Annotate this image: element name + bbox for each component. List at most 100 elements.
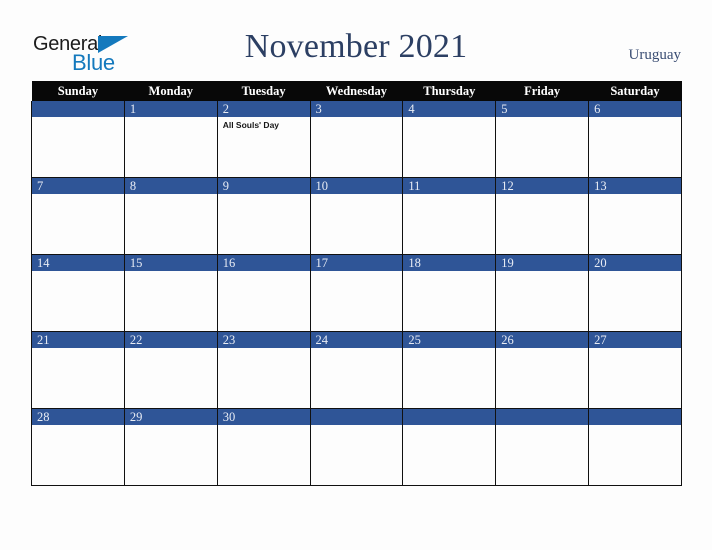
day-number: 5	[496, 101, 589, 117]
calendar-day-cell[interactable]: 10	[309, 177, 404, 255]
day-number: 12	[496, 178, 589, 194]
calendar-day-cell[interactable]: 28	[31, 408, 125, 486]
calendar-day-cell[interactable]: 1	[123, 101, 218, 178]
day-number	[310, 409, 403, 425]
calendar-day-cell[interactable]	[31, 101, 125, 178]
day-number: 23	[217, 332, 310, 348]
calendar-day-cell[interactable]: 16	[216, 254, 311, 332]
day-events	[403, 271, 495, 274]
calendar-day-cell[interactable]: 23	[216, 331, 311, 409]
day-number	[589, 409, 681, 425]
calendar-day-cell[interactable]	[402, 408, 497, 486]
day-number: 10	[310, 178, 403, 194]
day-number: 15	[124, 255, 217, 271]
calendar-day-cell[interactable]: 19	[495, 254, 590, 332]
calendar-page: General Blue November 2021 Uruguay Sunda…	[0, 0, 712, 550]
calendar-day-cell[interactable]: 18	[402, 254, 497, 332]
day-number: 3	[310, 101, 403, 117]
day-events	[496, 348, 588, 351]
calendar-day-cell[interactable]: 4	[402, 101, 497, 178]
day-number: 4	[403, 101, 496, 117]
day-number	[32, 101, 124, 117]
day-number: 2	[217, 101, 310, 117]
day-events	[32, 348, 124, 351]
day-number: 17	[310, 255, 403, 271]
calendar-day-cell[interactable]: 17	[309, 254, 404, 332]
day-number: 25	[403, 332, 496, 348]
calendar-day-cell[interactable]: 6	[588, 101, 682, 178]
day-number: 1	[124, 101, 217, 117]
calendar-day-cell[interactable]: 29	[123, 408, 218, 486]
calendar-day-cell[interactable]: 24	[309, 331, 404, 409]
day-events	[403, 194, 495, 197]
day-number: 26	[496, 332, 589, 348]
calendar-day-cell[interactable]: 12	[495, 177, 590, 255]
weekday-header-friday: Friday	[495, 81, 589, 101]
calendar-day-cell[interactable]: 2 All Souls' Day	[216, 101, 311, 178]
day-events	[125, 194, 217, 197]
calendar-day-cell[interactable]: 13	[588, 177, 682, 255]
weekday-header-tuesday: Tuesday	[217, 81, 311, 101]
day-events	[125, 348, 217, 351]
day-events	[311, 271, 403, 274]
country-label: Uruguay	[628, 47, 682, 63]
calendar-day-cell[interactable]: 5	[495, 101, 590, 178]
calendar-day-cell[interactable]: 22	[123, 331, 218, 409]
day-number: 8	[124, 178, 217, 194]
day-events: All Souls' Day	[218, 117, 310, 131]
weekday-header-sunday: Sunday	[31, 81, 125, 101]
day-number: 30	[217, 409, 310, 425]
calendar-week-row: 14 15 16 17 18 19 20	[31, 254, 682, 332]
weekday-header-thursday: Thursday	[402, 81, 496, 101]
calendar-day-cell[interactable]: 7	[31, 177, 125, 255]
day-events	[125, 271, 217, 274]
day-number: 24	[310, 332, 403, 348]
calendar-day-cell[interactable]	[309, 408, 404, 486]
day-events	[496, 194, 588, 197]
day-events	[589, 194, 681, 197]
day-number: 18	[403, 255, 496, 271]
day-number: 11	[403, 178, 496, 194]
day-events	[218, 194, 310, 197]
calendar-day-cell[interactable]: 25	[402, 331, 497, 409]
day-number: 14	[32, 255, 124, 271]
day-events	[403, 117, 495, 120]
day-number: 29	[124, 409, 217, 425]
day-events	[218, 348, 310, 351]
calendar-day-cell[interactable]: 14	[31, 254, 125, 332]
page-header: General Blue November 2021 Uruguay	[0, 0, 712, 80]
page-title: November 2021	[244, 28, 468, 65]
day-number: 22	[124, 332, 217, 348]
day-events	[311, 117, 403, 120]
day-events	[311, 425, 403, 428]
day-number: 19	[496, 255, 589, 271]
calendar-day-cell[interactable]: 15	[123, 254, 218, 332]
day-number	[496, 409, 589, 425]
day-events	[589, 348, 681, 351]
calendar-day-cell[interactable]: 8	[123, 177, 218, 255]
weekday-header-wednesday: Wednesday	[310, 81, 403, 101]
day-events	[496, 117, 588, 120]
day-number: 7	[32, 178, 124, 194]
day-events	[311, 194, 403, 197]
calendar-day-cell[interactable]: 21	[31, 331, 125, 409]
calendar-day-cell[interactable]	[495, 408, 590, 486]
calendar-week-row: 7 8 9 10 11 12 13	[31, 177, 682, 255]
day-number: 9	[217, 178, 310, 194]
calendar-day-cell[interactable]: 11	[402, 177, 497, 255]
day-number: 21	[32, 332, 124, 348]
calendar-day-cell[interactable]: 20	[588, 254, 682, 332]
calendar-day-cell[interactable]: 9	[216, 177, 311, 255]
day-events	[218, 271, 310, 274]
calendar-day-cell[interactable]	[588, 408, 682, 486]
day-events	[403, 348, 495, 351]
weekday-header-saturday: Saturday	[588, 81, 682, 101]
day-events	[496, 425, 588, 428]
day-events	[589, 271, 681, 274]
calendar-day-cell[interactable]: 27	[588, 331, 682, 409]
calendar-day-cell[interactable]: 26	[495, 331, 590, 409]
calendar-day-cell[interactable]: 3	[309, 101, 404, 178]
calendar-day-cell[interactable]: 30	[216, 408, 311, 486]
day-number: 16	[217, 255, 310, 271]
day-number: 27	[589, 332, 681, 348]
